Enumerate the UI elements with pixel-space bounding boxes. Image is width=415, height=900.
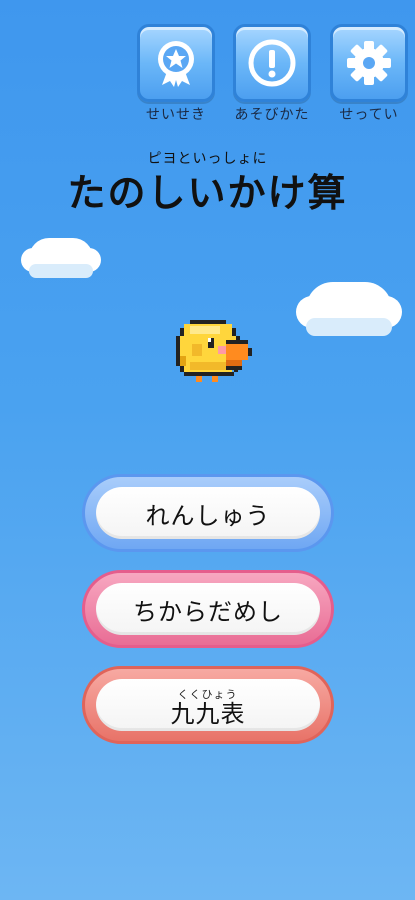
cloud-right — [296, 282, 402, 336]
multiplication-table-ruby: くくひょう — [177, 688, 238, 701]
cloud-left — [21, 238, 101, 278]
records-label: せいせき — [146, 107, 206, 123]
settings-button[interactable] — [330, 24, 408, 102]
multiplication-table-button[interactable]: 九九表 — [82, 666, 334, 744]
challenge-button[interactable]: ちからだめし — [82, 570, 334, 648]
medal-icon — [158, 41, 194, 87]
how-to-play-label: あそびかた — [234, 107, 310, 123]
app-title: たのしいかけ算 — [67, 171, 348, 215]
practice-label: れんしゅう — [145, 501, 271, 530]
challenge-label: ちからだめし — [133, 597, 283, 626]
how-to-play-button[interactable] — [233, 24, 311, 102]
exclamation-icon — [248, 39, 296, 87]
settings-label: せってい — [339, 107, 399, 123]
practice-button[interactable]: れんしゅう — [82, 474, 334, 552]
records-button[interactable] — [137, 24, 215, 102]
chick-icon — [176, 320, 252, 382]
gear-icon — [347, 41, 391, 85]
